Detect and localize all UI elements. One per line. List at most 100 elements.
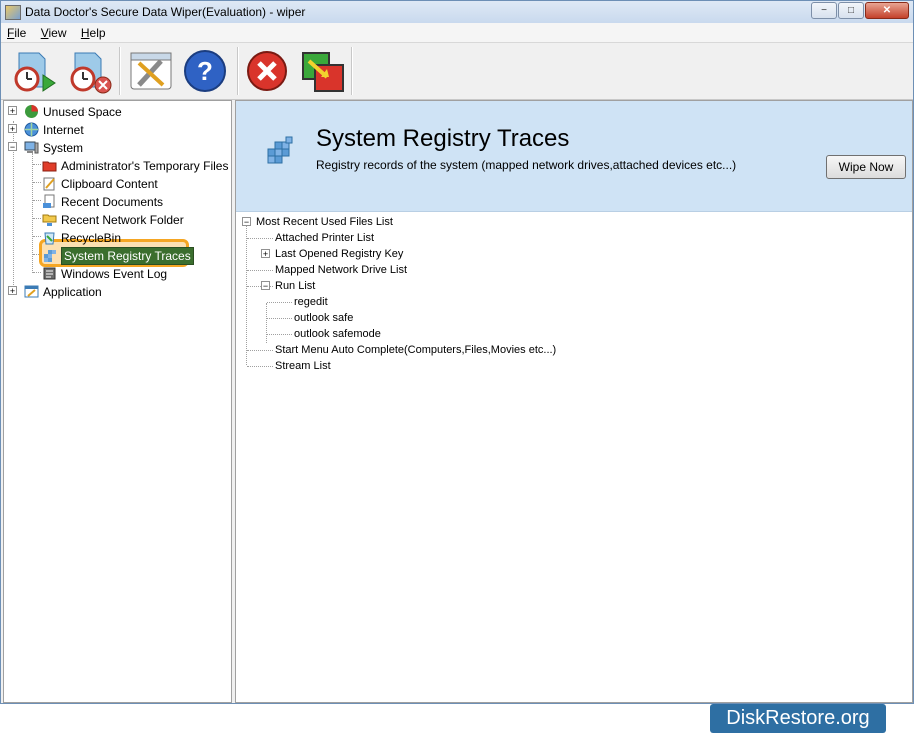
- exit-icon: [302, 52, 344, 92]
- cancel-icon: [247, 51, 287, 91]
- tree-item-label: Internet: [43, 122, 84, 137]
- registry-tree: − Most Recent Used Files List Attached P…: [236, 211, 912, 702]
- tree-item-outlook-safe[interactable]: outlook safe: [294, 310, 353, 326]
- tree-line: [33, 200, 41, 201]
- tree-item-mapped-network-drive[interactable]: Mapped Network Drive List: [275, 262, 407, 278]
- help-button[interactable]: ?: [181, 47, 229, 95]
- tree-item-label: System Registry Traces: [61, 246, 194, 265]
- minimize-button[interactable]: −: [811, 2, 837, 19]
- collapse-mru-list-icon[interactable]: −: [242, 217, 251, 227]
- tree-item-label: Application: [43, 284, 102, 299]
- stop-schedule-button[interactable]: [65, 47, 113, 95]
- globe-icon: [24, 122, 39, 137]
- tree-item-outlook-safemode[interactable]: outlook safemode: [294, 326, 381, 342]
- stop-schedule-icon: [70, 52, 112, 94]
- menu-view[interactable]: View: [35, 23, 72, 40]
- folder-icon: [42, 161, 57, 172]
- page-description: Registry records of the system (mapped n…: [316, 158, 737, 172]
- tree-item-admin-temp-files[interactable]: Administrator's Temporary Files: [42, 156, 228, 174]
- category-tree: + Unused Space + Internet − System Admin…: [3, 100, 232, 703]
- computer-icon: [24, 141, 39, 154]
- tree-item-clipboard[interactable]: Clipboard Content: [42, 174, 158, 192]
- tree-item-start-menu-auto-complete[interactable]: Start Menu Auto Complete(Computers,Files…: [275, 342, 556, 358]
- maximize-button[interactable]: □: [838, 2, 864, 19]
- collapse-system-icon[interactable]: −: [8, 142, 17, 152]
- settings-button[interactable]: [127, 47, 175, 95]
- tree-item-system-registry-traces[interactable]: System Registry Traces: [42, 246, 194, 265]
- toolbar-separator: [237, 47, 239, 95]
- registry-icon: [44, 250, 56, 263]
- tree-item-recent-network-folder[interactable]: Recent Network Folder: [42, 210, 184, 228]
- tree-item-label: Recent Network Folder: [61, 212, 184, 227]
- tree-line: [33, 272, 41, 273]
- tree-line: [246, 225, 247, 365]
- tree-line: [33, 164, 41, 165]
- tree-item-mru-files-list[interactable]: Most Recent Used Files List: [256, 214, 393, 230]
- tree-item-label: RecycleBin: [61, 230, 122, 245]
- page-title: System Registry Traces: [316, 125, 570, 152]
- tree-item-internet[interactable]: Internet: [24, 120, 84, 138]
- tree-item-label: Administrator's Temporary Files: [61, 158, 229, 173]
- tree-item-last-opened-registry-key[interactable]: Last Opened Registry Key: [275, 246, 403, 262]
- toolbar: ?: [1, 43, 913, 100]
- tree-item-unused-space[interactable]: Unused Space: [24, 102, 122, 120]
- tree-item-label: Clipboard Content: [61, 176, 158, 191]
- tree-line: [267, 318, 292, 319]
- window-title: Data Doctor's Secure Data Wiper(Evaluati…: [25, 5, 306, 19]
- detail-header: System Registry Traces Registry records …: [236, 101, 912, 212]
- tree-item-run-list[interactable]: Run List: [275, 278, 315, 294]
- tree-item-system[interactable]: System: [24, 138, 83, 156]
- registry-cubes-icon: [267, 136, 293, 164]
- schedule-wipe-icon: [14, 52, 56, 92]
- app-icon: [5, 5, 21, 20]
- tree-item-attached-printer[interactable]: Attached Printer List: [275, 230, 374, 246]
- expand-application-icon[interactable]: +: [8, 286, 17, 296]
- tree-line: [247, 366, 273, 367]
- expand-internet-icon[interactable]: +: [8, 124, 17, 134]
- expand-last-opened-key-icon[interactable]: +: [261, 249, 270, 259]
- svg-text:?: ?: [197, 56, 213, 86]
- title-bar[interactable]: Data Doctor's Secure Data Wiper(Evaluati…: [1, 1, 913, 24]
- tree-line: [247, 238, 273, 239]
- close-button[interactable]: ✕: [865, 2, 909, 19]
- tree-item-application[interactable]: Application: [24, 282, 102, 300]
- window-controls: − □ ✕: [810, 2, 909, 19]
- expand-unused-space-icon[interactable]: +: [8, 106, 17, 116]
- tree-item-stream-list[interactable]: Stream List: [275, 358, 331, 374]
- wipe-now-button[interactable]: Wipe Now: [826, 155, 906, 179]
- network-folder-icon: [42, 214, 57, 227]
- tree-item-recycle-bin[interactable]: RecycleBin: [42, 228, 121, 246]
- detail-panel: System Registry Traces Registry records …: [235, 100, 913, 703]
- app-window: Data Doctor's Secure Data Wiper(Evaluati…: [0, 0, 914, 704]
- help-icon: ?: [184, 50, 226, 92]
- document-icon: [43, 194, 55, 209]
- cancel-button[interactable]: [243, 47, 291, 95]
- event-log-icon: [43, 267, 56, 280]
- recycle-bin-icon: [44, 232, 55, 245]
- tree-item-recent-documents[interactable]: Recent Documents: [42, 192, 163, 210]
- tree-line: [267, 334, 292, 335]
- tree-item-label: System: [43, 140, 84, 155]
- tree-line: [267, 302, 292, 303]
- tree-item-label: Recent Documents: [61, 194, 164, 209]
- site-watermark: DiskRestore.org: [710, 704, 886, 733]
- tree-line: [33, 182, 41, 183]
- clipboard-icon: [43, 177, 55, 191]
- exit-button[interactable]: [299, 47, 347, 95]
- tree-item-windows-event-log[interactable]: Windows Event Log: [42, 264, 167, 282]
- collapse-run-list-icon[interactable]: −: [261, 281, 270, 291]
- tree-line: [247, 350, 273, 351]
- pie-chart-icon: [25, 105, 38, 119]
- tree-line: [247, 270, 273, 271]
- schedule-wipe-button[interactable]: [9, 47, 57, 95]
- tree-item-regedit[interactable]: regedit: [294, 294, 328, 310]
- menu-help[interactable]: Help: [75, 23, 111, 40]
- toolbar-separator: [119, 47, 121, 95]
- menu-file[interactable]: File: [1, 23, 31, 40]
- tree-line: [33, 218, 41, 219]
- tree-line: [32, 153, 33, 273]
- tree-item-label: Unused Space: [43, 104, 122, 119]
- tree-line: [266, 303, 267, 343]
- settings-tools-icon: [130, 52, 172, 90]
- menu-bar: File View Help: [1, 23, 913, 43]
